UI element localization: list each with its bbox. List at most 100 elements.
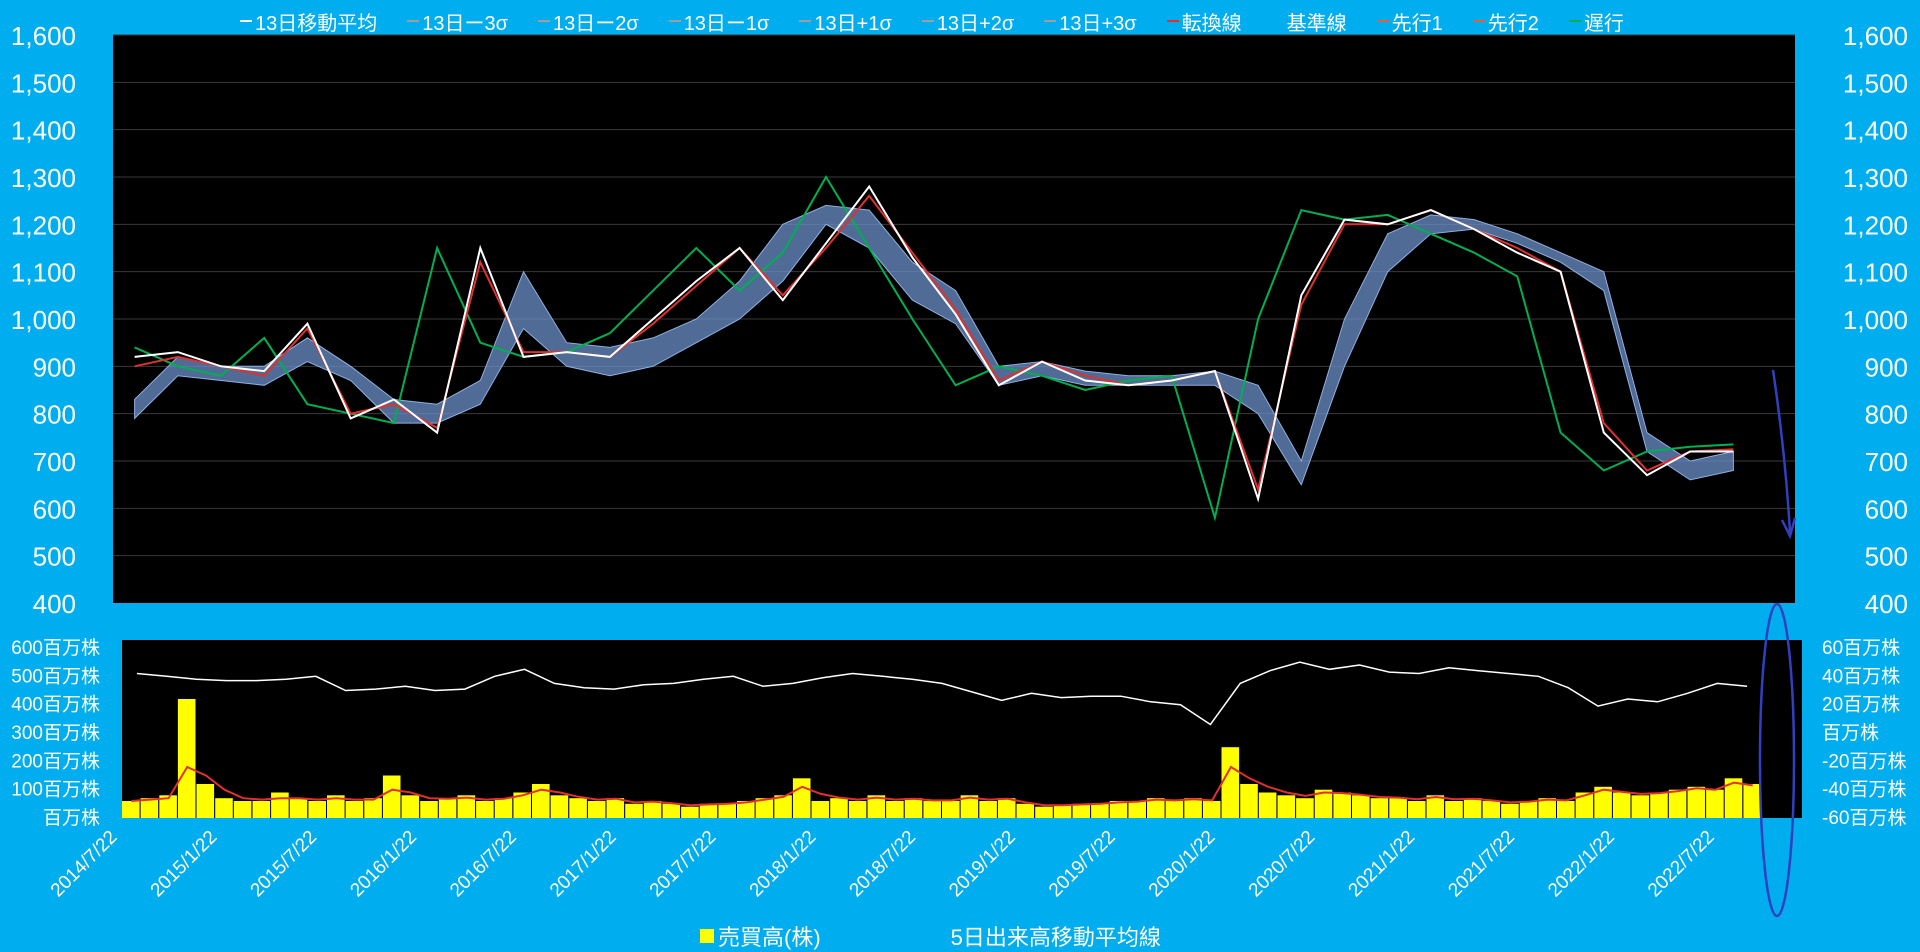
volume-bar xyxy=(140,798,159,818)
volume-bar xyxy=(1631,795,1650,818)
y-tick-label: 500 xyxy=(1865,542,1908,572)
y-tick-label: 600 xyxy=(33,494,76,524)
x-tick-label: 2022/1/22 xyxy=(1544,827,1619,902)
volume-bar xyxy=(830,798,848,818)
volume-bar xyxy=(718,803,736,818)
volume-bar xyxy=(587,801,606,818)
x-tick-label: 2017/1/22 xyxy=(546,827,621,902)
volume-bar xyxy=(1668,789,1687,818)
volume-bar xyxy=(215,798,233,818)
volume-bar xyxy=(1240,784,1258,818)
volume-bar xyxy=(382,775,401,818)
y-tick-label: 1,500 xyxy=(1843,68,1908,98)
y-tick-label: 1,000 xyxy=(11,305,76,335)
volume-bar xyxy=(1706,789,1724,818)
volume-bar xyxy=(792,778,811,818)
volume-bar xyxy=(364,798,382,818)
y-tick-label: 800 xyxy=(33,400,76,430)
volume-bar xyxy=(942,801,960,818)
x-tick-label: 2015/1/22 xyxy=(147,827,222,902)
volume-y-axis-right: -60百万株 -40百万株 -20百万株百万株 20百万株 40百万株 60百万株 xyxy=(1822,637,1906,829)
volume-bar xyxy=(1333,792,1351,818)
y-tick-label: 400 xyxy=(1865,589,1908,619)
volume-bar xyxy=(1482,801,1501,818)
volume-bar xyxy=(1035,806,1053,818)
chart-canvas: 400 500 600 700 800 900 1,000 1,100 1,200 1,300 1,… xyxy=(11,21,1908,918)
volume-bar xyxy=(979,801,997,818)
y-tick-label: 1,300 xyxy=(11,163,76,193)
volume-bar xyxy=(1352,795,1370,818)
y-tick-label: 900 xyxy=(33,352,76,382)
volume-bar xyxy=(1128,801,1146,818)
x-tick-label: 2020/1/22 xyxy=(1145,827,1220,902)
volume-bar xyxy=(438,798,457,818)
volume-y-tick-label: 20百万株 xyxy=(1822,694,1900,716)
x-tick-label: 2018/1/22 xyxy=(746,827,821,902)
volume-bar xyxy=(662,803,681,818)
volume-bar xyxy=(569,798,587,818)
price-y-axis-right: 400 500 600 700 800 900 1,000 1,100 1,200 1,300 1,… xyxy=(1843,21,1908,619)
volume-bar xyxy=(1184,798,1202,818)
volume-legend-item-0: 売買高(株) xyxy=(700,920,821,952)
volume-bar xyxy=(1501,803,1519,818)
volume-bar xyxy=(494,798,513,818)
volume-bar xyxy=(1370,798,1389,818)
legend-label: 5日出来高移動平均線 xyxy=(950,925,1161,950)
y-tick-label: 1,600 xyxy=(1843,21,1908,51)
volume-y-tick-label: 百万株 xyxy=(43,807,100,829)
volume-bar xyxy=(1445,801,1463,818)
volume-bar xyxy=(1557,801,1575,818)
date-axis: 2014/7/22 2015/1/22 2015/7/22 2016/1/22 2016… xyxy=(47,827,1719,902)
volume-bar xyxy=(681,806,699,818)
volume-bar xyxy=(1407,801,1426,818)
x-tick-label: 2014/7/22 xyxy=(47,827,122,902)
volume-bar xyxy=(1053,805,1072,819)
volume-bar xyxy=(1072,803,1091,818)
volume-y-tick-label: -60百万株 xyxy=(1822,807,1906,829)
volume-bar xyxy=(1165,801,1184,818)
volume-legend-item-1: 5日出来高移動平均線 xyxy=(951,920,1161,952)
volume-bar xyxy=(271,792,289,818)
volume-bar xyxy=(1016,803,1035,818)
volume-plot-area xyxy=(122,640,1802,818)
volume-bar xyxy=(1389,798,1407,818)
volume-bar xyxy=(122,801,140,818)
y-tick-label: 1,200 xyxy=(1843,210,1908,240)
volume-y-tick-label: 600百万株 xyxy=(11,637,100,659)
volume-bar xyxy=(904,798,923,818)
volume-y-tick-label: 百万株 xyxy=(1822,722,1879,744)
y-tick-label: 1,400 xyxy=(1843,116,1908,146)
x-tick-label: 2017/7/22 xyxy=(646,827,721,902)
volume-bar xyxy=(1258,792,1277,818)
volume-bar xyxy=(923,801,941,818)
x-tick-label: 2020/7/22 xyxy=(1245,827,1320,902)
volume-bar xyxy=(1519,801,1538,818)
volume-bar xyxy=(401,795,420,818)
legend-label: 売買高(株) xyxy=(718,925,821,950)
volume-bar xyxy=(699,803,718,818)
y-tick-label: 1,100 xyxy=(1843,258,1908,288)
volume-bar xyxy=(1277,795,1296,818)
volume-bar xyxy=(550,795,569,818)
y-tick-label: 1,000 xyxy=(1843,305,1908,335)
volume-y-axis-left: 百万株 100百万株 200百万株 300百万株 400百万株 500百万株 600百万株 xyxy=(11,637,100,829)
volume-bar xyxy=(1202,801,1221,818)
volume-bar xyxy=(1221,747,1240,818)
volume-bar xyxy=(476,801,494,818)
y-tick-label: 900 xyxy=(1865,352,1908,382)
volume-bar xyxy=(606,798,625,818)
volume-bar xyxy=(811,801,830,818)
x-tick-label: 2016/7/22 xyxy=(446,827,521,902)
volume-y-tick-label: 60百万株 xyxy=(1822,637,1900,659)
volume-bar xyxy=(1743,784,1761,818)
y-tick-label: 1,500 xyxy=(11,68,76,98)
y-tick-label: 1,300 xyxy=(1843,163,1908,193)
volume-bar xyxy=(252,801,271,818)
volume-y-tick-label: 500百万株 xyxy=(11,665,100,687)
volume-bar xyxy=(1650,792,1668,818)
volume-bar xyxy=(308,801,326,818)
y-tick-label: 1,600 xyxy=(11,21,76,51)
y-tick-label: 1,400 xyxy=(11,116,76,146)
volume-legend: 売買高(株) 5日出来高移動平均線 xyxy=(700,920,1291,952)
volume-bar xyxy=(1091,803,1109,818)
